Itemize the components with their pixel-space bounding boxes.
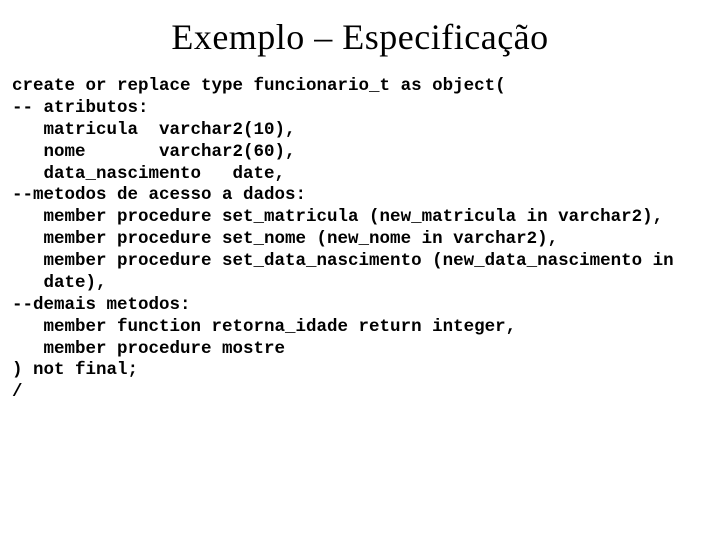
code-line: member procedure set_matricula (new_matr… [12,207,663,227]
code-line: member procedure set_data_nascimento (ne… [12,251,674,271]
code-block: create or replace type funcionario_t as … [12,76,708,404]
code-line: / [12,382,23,402]
code-line: data_nascimento date, [12,164,285,184]
code-line: member function retorna_idade return int… [12,317,516,337]
code-line: create or replace type funcionario_t as … [12,76,506,96]
code-line: member procedure set_nome (new_nome in v… [12,229,558,249]
slide-title: Exemplo – Especificação [12,16,708,58]
code-line: -- atributos: [12,98,149,118]
code-line: ) not final; [12,360,138,380]
code-line: matricula varchar2(10), [12,120,296,140]
code-line: --demais metodos: [12,295,191,315]
slide: Exemplo – Especificação create or replac… [0,0,720,540]
code-line: date), [12,273,107,293]
code-line: --metodos de acesso a dados: [12,185,306,205]
code-line: nome varchar2(60), [12,142,296,162]
code-line: member procedure mostre [12,339,285,359]
